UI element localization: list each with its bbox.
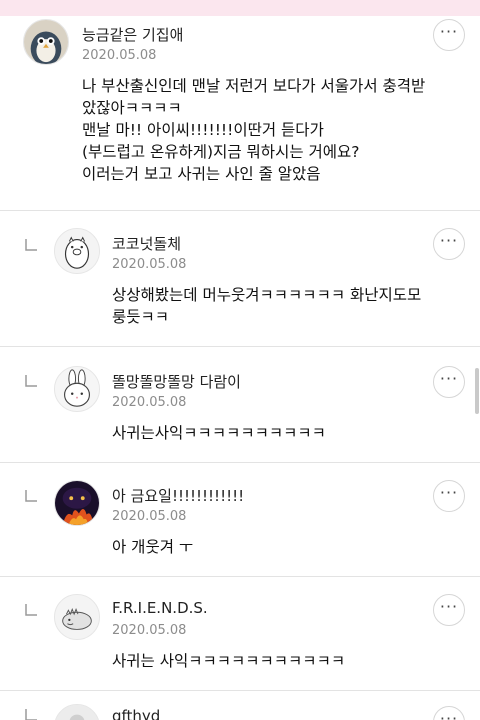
dark-fire-avatar-icon xyxy=(55,481,99,525)
dinosaur-avatar-icon xyxy=(55,595,99,639)
reply-arrow-icon xyxy=(24,708,38,720)
comment-body: 사귀는사익ㅋㅋㅋㅋㅋㅋㅋㅋㅋㅋ xyxy=(112,422,326,444)
comment-author[interactable]: 똘망똘망똘망 다람이 xyxy=(112,371,241,392)
avatar[interactable] xyxy=(54,228,100,274)
more-options-button[interactable]: ··· xyxy=(433,706,465,720)
comment-body: 상상해봤는데 머누웃겨ㅋㅋㅋㅋㅋㅋ 화난지도모 룽듯ㅋㅋ xyxy=(112,284,421,328)
comment-author[interactable]: 아 금요일!!!!!!!!!!!! xyxy=(112,485,244,506)
avatar[interactable] xyxy=(54,594,100,640)
comment-line: 이러는거 보고 사귀는 사인 줄 알았음 xyxy=(82,165,321,183)
more-options-button[interactable]: ··· xyxy=(433,366,465,398)
avatar[interactable] xyxy=(54,366,100,412)
comment-line: 상상해봤는데 머누웃겨ㅋㅋㅋㅋㅋㅋ 화난지도모 xyxy=(112,286,422,304)
avatar[interactable] xyxy=(54,480,100,526)
comment-body: 사귀는 사익ㅋㅋㅋㅋㅋㅋㅋㅋㅋㅋㅋ xyxy=(112,650,345,672)
comment-body: 나 부산출신인데 맨날 저런거 보다가 서울가서 충격받 았잖아ㅋㅋㅋㅋ 맨날 … xyxy=(82,75,425,185)
comment-line: 아 개웃겨 ㅜ xyxy=(112,538,194,556)
comment-body: 아 개웃겨 ㅜ xyxy=(112,536,193,558)
more-options-button[interactable]: ··· xyxy=(433,228,465,260)
comment-date: 2020.05.08 xyxy=(82,48,157,63)
reply-arrow-icon xyxy=(24,603,38,617)
top-bar xyxy=(0,0,480,16)
divider xyxy=(0,346,480,347)
divider xyxy=(0,576,480,577)
more-options-icon: ··· xyxy=(439,709,459,720)
scrollbar[interactable] xyxy=(475,368,479,414)
reply-arrow-icon xyxy=(24,489,38,503)
avatar[interactable] xyxy=(54,704,100,720)
more-options-icon: ··· xyxy=(439,231,459,250)
penguin-avatar-icon xyxy=(24,20,68,64)
more-options-icon: ··· xyxy=(439,483,459,502)
comment-line: 사귀는 사익ㅋㅋㅋㅋㅋㅋㅋㅋㅋㅋㅋ xyxy=(112,652,346,670)
divider xyxy=(0,462,480,463)
comment-line: (부드럽고 온유하게)지금 뭐하시는 거에요? xyxy=(82,143,360,161)
comment-date: 2020.05.08 xyxy=(112,395,187,410)
more-options-icon: ··· xyxy=(439,597,459,616)
reply-arrow-icon xyxy=(24,374,38,388)
more-options-button[interactable]: ··· xyxy=(433,19,465,51)
divider xyxy=(0,690,480,691)
more-options-icon: ··· xyxy=(439,369,459,388)
comment-line: 았잖아ㅋㅋㅋㅋ xyxy=(82,99,182,117)
comment-date: 2020.05.08 xyxy=(112,623,187,638)
bunny-avatar-icon xyxy=(55,367,99,411)
more-options-icon: ··· xyxy=(439,22,459,41)
comment-author[interactable]: gfthyd xyxy=(112,707,160,720)
comment-author[interactable]: 코코넛돌체 xyxy=(112,233,181,254)
comment-line: 사귀는사익ㅋㅋㅋㅋㅋㅋㅋㅋㅋㅋ xyxy=(112,424,326,442)
comment-line: 나 부산출신인데 맨날 저런거 보다가 서울가서 충격받 xyxy=(82,77,426,95)
pig-character-avatar-icon xyxy=(55,229,99,273)
comment-line: 룽듯ㅋㅋ xyxy=(112,308,170,326)
reply-arrow-icon xyxy=(24,238,38,252)
divider xyxy=(0,210,480,211)
more-options-button[interactable]: ··· xyxy=(433,594,465,626)
comment-date: 2020.05.08 xyxy=(112,509,187,524)
comment-date: 2020.05.08 xyxy=(112,257,187,272)
avatar[interactable] xyxy=(23,19,69,65)
more-options-button[interactable]: ··· xyxy=(433,480,465,512)
comment-author[interactable]: F.R.I.E.N.D.S. xyxy=(112,599,208,617)
comment-line: 맨날 마!! 아이씨!!!!!!!이딴거 듣다가 xyxy=(82,121,324,139)
default-avatar-icon xyxy=(55,705,99,720)
comment-author[interactable]: 능금같은 기집애 xyxy=(82,24,183,45)
